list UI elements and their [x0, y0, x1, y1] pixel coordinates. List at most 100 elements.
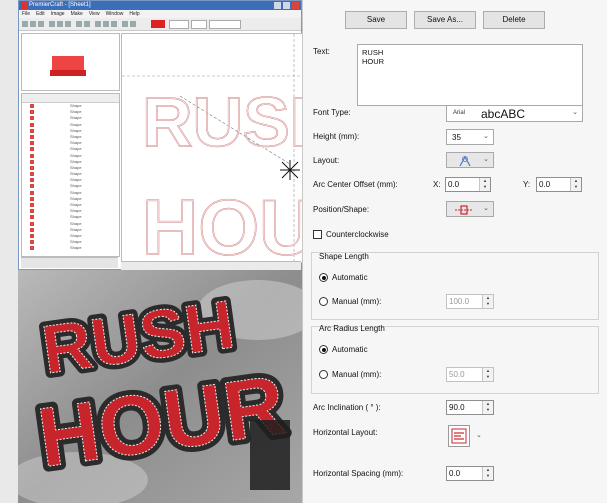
height-value: 35 — [452, 133, 461, 142]
horizontal-layout-button[interactable] — [448, 425, 470, 447]
photo-drawing: RUSH RUSH HOUR HOUR — [18, 270, 302, 503]
canvas-text-line2-inner: HOUR — [142, 183, 302, 262]
zoom-icon[interactable] — [95, 21, 101, 27]
left-screenshot-area: PremierCraft - [Sheet1] File Edit Image … — [18, 0, 302, 503]
toolbar-field[interactable] — [191, 20, 207, 29]
chevron-down-icon: ⌄ — [572, 109, 578, 116]
app-toolbar — [19, 18, 301, 31]
counterclockwise-checkbox[interactable] — [313, 230, 322, 239]
app-titlebar: PremierCraft - [Sheet1] — [19, 1, 301, 10]
grid-icon[interactable] — [122, 21, 128, 27]
y-value: 0.0 — [539, 180, 551, 189]
y-label: Y: — [523, 180, 531, 189]
text-input-line1: RUSH — [362, 48, 384, 57]
copy-icon[interactable] — [57, 21, 63, 27]
radius-manual-input[interactable]: 50.0 ▲ ▼ — [446, 367, 494, 382]
radius-automatic-label: Automatic — [332, 345, 368, 354]
shape-manual-label: Manual (mm): — [332, 297, 382, 306]
horizontal-spacing-value: 0.0 — [449, 469, 461, 478]
save-file-icon[interactable] — [38, 21, 44, 27]
font-sample: abcABC — [481, 107, 526, 121]
height-select[interactable]: 35 ⌄ — [446, 129, 494, 145]
app-logo-icon — [21, 2, 28, 9]
horizontal-layout-label: Horizontal Layout: — [313, 428, 378, 437]
shape-automatic-radio[interactable] — [319, 273, 328, 282]
layout-label: Layout: — [313, 156, 340, 165]
measure-icon[interactable] — [130, 21, 136, 27]
undo-icon[interactable] — [76, 21, 82, 27]
move-icon[interactable] — [111, 21, 117, 27]
text-input[interactable]: RUSH HOUR — [357, 44, 583, 106]
menu-window[interactable]: Window — [106, 10, 124, 18]
horizontal-spacing-input[interactable]: 0.0 ▲ ▼ — [446, 466, 494, 481]
counterclockwise-label: Counterclockwise — [326, 230, 389, 239]
menu-help[interactable]: Help — [129, 10, 139, 18]
font-name: Arial — [453, 110, 466, 116]
delete-button[interactable]: Delete — [483, 11, 545, 29]
horizontal-layout-select[interactable]: ⌄ — [446, 423, 494, 449]
object-tree — [21, 93, 120, 257]
open-file-icon[interactable] — [30, 21, 36, 27]
menu-make[interactable]: Make — [71, 10, 83, 18]
spin-arrows-icon[interactable]: ▲ ▼ — [570, 178, 581, 191]
text-properties-panel: Save Save As... Delete Text: RUSH HOUR F… — [302, 0, 607, 503]
font-type-select[interactable]: Arial abcABC ⌄ — [446, 105, 583, 122]
minimize-icon[interactable] — [274, 2, 281, 9]
shape-manual-value: 100.0 — [449, 297, 470, 306]
radius-manual-radio[interactable] — [319, 370, 328, 379]
tree-tabs[interactable] — [21, 257, 118, 268]
shape-position-icon — [455, 205, 473, 215]
shape-manual-input[interactable]: 100.0 ▲ ▼ — [446, 294, 494, 309]
arc-center-marker-icon[interactable] — [280, 160, 300, 180]
arc-radius-group — [311, 326, 599, 394]
menu-view[interactable]: View — [89, 10, 100, 18]
save-button[interactable]: Save — [345, 11, 407, 29]
spin-arrows-icon[interactable]: ▲ ▼ — [482, 401, 493, 414]
new-file-icon[interactable] — [22, 21, 28, 27]
menu-image[interactable]: Image — [51, 10, 65, 18]
x-value: 0.0 — [448, 180, 460, 189]
preview-thumbnail — [50, 70, 86, 76]
color-swatch[interactable] — [151, 20, 165, 28]
radius-manual-label: Manual (mm): — [332, 370, 382, 379]
spin-arrows-icon[interactable]: ▲ ▼ — [482, 368, 493, 381]
shape-length-group — [311, 252, 599, 320]
text-align-icon — [451, 428, 467, 444]
tree-header — [22, 94, 119, 103]
chevron-down-icon: ⌄ — [483, 133, 489, 140]
paste-icon[interactable] — [65, 21, 71, 27]
menu-file[interactable]: File — [22, 10, 30, 18]
cut-icon[interactable] — [49, 21, 55, 27]
toolbar-field[interactable] — [169, 20, 189, 29]
embroidery-app-window: PremierCraft - [Sheet1] File Edit Image … — [18, 0, 302, 271]
layout-select[interactable]: ⌄ — [446, 152, 494, 168]
save-as-button[interactable]: Save As... — [414, 11, 476, 29]
maximize-icon[interactable] — [283, 2, 290, 9]
chevron-down-icon[interactable]: ⌄ — [476, 431, 482, 439]
chevron-down-icon: ⌄ — [483, 205, 489, 212]
radius-automatic-radio[interactable] — [319, 345, 328, 354]
select-icon[interactable] — [103, 21, 109, 27]
close-icon[interactable] — [292, 2, 299, 9]
x-label: X: — [433, 180, 441, 189]
spin-arrows-icon[interactable]: ▲ ▼ — [479, 178, 490, 191]
spin-arrows-icon[interactable]: ▲ ▼ — [482, 467, 493, 480]
toolbar-field[interactable] — [209, 20, 241, 29]
position-shape-select[interactable]: ⌄ — [446, 201, 494, 217]
arc-layout-icon — [459, 155, 471, 167]
arc-offset-x-input[interactable]: 0.0 ▲ ▼ — [445, 177, 491, 192]
arc-offset-y-input[interactable]: 0.0 ▲ ▼ — [536, 177, 582, 192]
spin-arrows-icon[interactable]: ▲ ▼ — [482, 295, 493, 308]
position-shape-label: Position/Shape: — [313, 205, 370, 214]
shape-manual-radio[interactable] — [319, 297, 328, 306]
arc-offset-label: Arc Center Offset (mm): — [313, 180, 398, 189]
tree-row[interactable] — [22, 245, 119, 252]
shape-automatic-label: Automatic — [332, 273, 368, 282]
design-canvas[interactable]: RUSH RUSH HOUR HOUR — [121, 33, 302, 263]
height-label: Height (mm): — [313, 132, 360, 141]
app-title: PremierCraft - [Sheet1] — [29, 2, 91, 8]
menu-edit[interactable]: Edit — [36, 10, 45, 18]
arc-inclination-input[interactable]: 90.0 ▲ ▼ — [446, 400, 494, 415]
shape-length-label: Shape Length — [319, 252, 369, 261]
redo-icon[interactable] — [84, 21, 90, 27]
